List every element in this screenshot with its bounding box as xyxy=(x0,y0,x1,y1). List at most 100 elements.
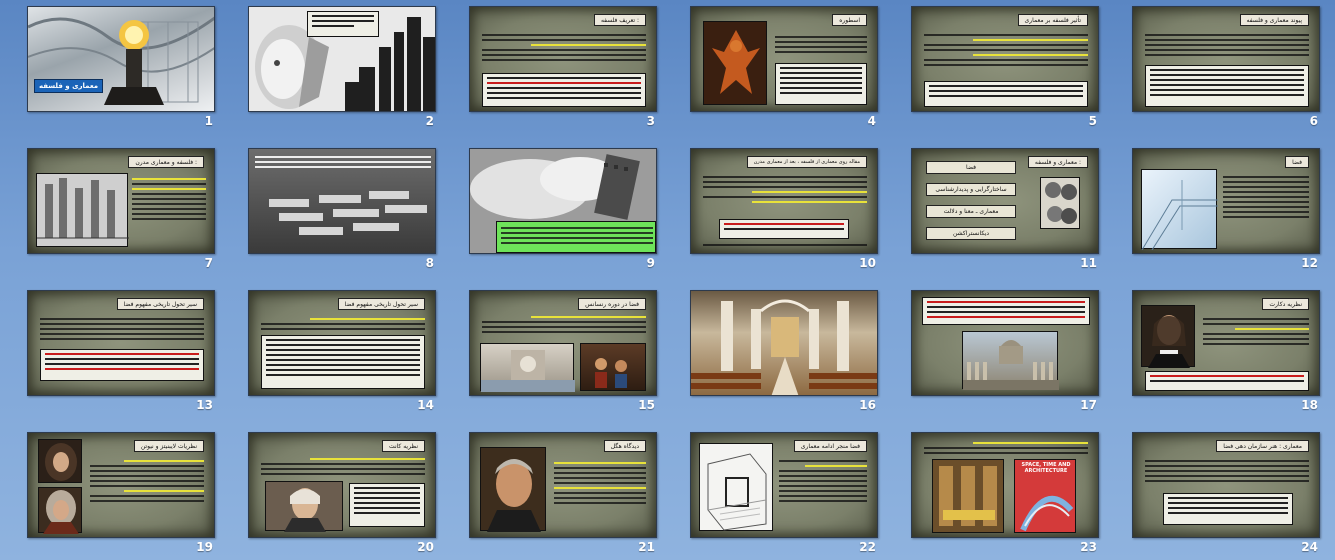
slide-title: دیدگاه هگل xyxy=(603,440,646,452)
slide-number: 8 xyxy=(425,256,434,270)
slide-title: نظریات لایبنیتز و نیوتن xyxy=(133,440,204,452)
slide-thumbnail[interactable]: فضا xyxy=(1132,148,1320,254)
book-cover-persian-image xyxy=(932,459,1004,533)
slide-23[interactable]: SPACE, TIME AND ARCHITECTURE 23 xyxy=(884,426,1105,560)
slide-title: معماری : هنر سازمان دهی فضا xyxy=(1216,440,1309,452)
renaissance-fountain-image xyxy=(480,343,575,392)
slide-4[interactable]: اسطوره 4 xyxy=(663,0,884,140)
kant-portrait-image xyxy=(265,481,343,532)
modern-city-model-image xyxy=(36,173,129,247)
menu-item-deconstruction[interactable]: دیکانستراکشن xyxy=(926,227,1016,240)
slide-number: 24 xyxy=(1301,540,1318,554)
slide-thumbnail[interactable]: فضا در دوره رنسانس xyxy=(469,290,657,396)
slide-number: 19 xyxy=(196,540,213,554)
slide-11[interactable]: معماری و فلسفه : فضا ساختارگرایی و پدیدا… xyxy=(884,142,1105,282)
spatial-diagram-image xyxy=(699,443,773,531)
space-interior-image xyxy=(1141,169,1218,251)
slide-6[interactable]: پیوند معماری و فلسفه 6 xyxy=(1105,0,1326,140)
st-peters-colonnade-image xyxy=(962,331,1059,390)
slide-thumbnail[interactable]: SPACE, TIME AND ARCHITECTURE xyxy=(911,432,1099,538)
slide-thumbnail[interactable] xyxy=(690,290,878,396)
slide-number: 5 xyxy=(1088,114,1097,128)
slide-title: سیر تحول تاریخی مفهوم فضا xyxy=(337,298,425,310)
slide-title: سیر تحول تاریخی مفهوم فضا xyxy=(116,298,204,310)
slide-12[interactable]: فضا 12 xyxy=(1105,142,1326,282)
slide-24[interactable]: معماری : هنر سازمان دهی فضا 24 xyxy=(1105,426,1326,560)
slide-thumbnail[interactable]: فلسفه و معماری مدرن : xyxy=(27,148,215,254)
slide-10[interactable]: مقاله روی معماری از فلسفه ، بعد از معمار… xyxy=(663,142,884,282)
slide-thumbnail[interactable]: سیر تحول تاریخی مفهوم فضا xyxy=(248,290,436,396)
slide-8[interactable]: 8 xyxy=(221,142,442,282)
slide-number: 13 xyxy=(196,398,213,412)
slide-number: 7 xyxy=(204,256,213,270)
slide-thumbnail[interactable] xyxy=(248,6,436,112)
slide-number: 16 xyxy=(859,398,876,412)
renaissance-painting-image xyxy=(580,343,646,391)
slide-thumbnail[interactable] xyxy=(911,290,1099,396)
slide-number: 21 xyxy=(638,540,655,554)
slide-18[interactable]: نظریه دکارت 18 xyxy=(1105,284,1326,424)
church-interior-image xyxy=(691,299,877,395)
slide-title: معماری و فلسفه : xyxy=(1027,156,1088,168)
slide-title: نظریه کانت xyxy=(382,440,425,452)
slide-thumbnail[interactable]: نظریات لایبنیتز و نیوتن xyxy=(27,432,215,538)
slide-number: 3 xyxy=(646,114,655,128)
slide-number: 6 xyxy=(1309,114,1318,128)
slide-number: 12 xyxy=(1301,256,1318,270)
leibniz-portrait-image xyxy=(38,439,82,483)
slide-thumbnail[interactable]: معماری و فلسفه xyxy=(27,6,215,112)
slide-thumbnail[interactable]: اسطوره xyxy=(690,6,878,112)
menu-item-meaning[interactable]: معماری ـ معنا و دلالت xyxy=(926,205,1016,218)
slide-number: 15 xyxy=(638,398,655,412)
lightbulb-figure-image xyxy=(28,16,214,105)
slide-16[interactable]: 16 xyxy=(663,284,884,424)
slide-number: 10 xyxy=(859,256,876,270)
slide-21[interactable]: دیدگاه هگل 21 xyxy=(442,426,663,560)
slide-15[interactable]: فضا در دوره رنسانس 15 xyxy=(442,284,663,424)
slide-title: پیوند معماری و فلسفه xyxy=(1239,14,1309,26)
slide-thumbnail[interactable] xyxy=(469,148,657,254)
menu-item-structuralism[interactable]: ساختارگرایی و پدیدارشناسی xyxy=(926,183,1016,196)
slide-thumbnail[interactable]: تعریف فلسفه : xyxy=(469,6,657,112)
slide-title: اسطوره xyxy=(832,14,867,26)
slide-thumbnail[interactable]: پیوند معماری و فلسفه xyxy=(1132,6,1320,112)
hegel-portrait-image xyxy=(480,447,546,532)
slide-1[interactable]: معماری و فلسفه 1 xyxy=(0,0,221,140)
slide-number: 4 xyxy=(867,114,876,128)
slide-number: 11 xyxy=(1080,256,1097,270)
slide-number: 9 xyxy=(646,256,655,270)
slide-13[interactable]: سیر تحول تاریخی مفهوم فضا 13 xyxy=(0,284,221,424)
slide-title: فضا در دوره رنسانس xyxy=(578,298,646,310)
slide-17[interactable]: 17 xyxy=(884,284,1105,424)
greek-vase-image xyxy=(703,21,767,105)
slide-number: 18 xyxy=(1301,398,1318,412)
slide-thumbnail[interactable] xyxy=(248,148,436,254)
slide-sorter-grid: معماری و فلسفه 1 2 تعریف فلسفه: 3 اسطور… xyxy=(0,0,1335,560)
slide-22[interactable]: فضا منجر ادامه معماری 22 xyxy=(663,426,884,560)
slide-thumbnail[interactable]: معماری : هنر سازمان دهی فضا xyxy=(1132,432,1320,538)
descartes-portrait-image xyxy=(1141,305,1195,368)
slide-thumbnail[interactable]: تأثیر فلسفه بر معماری xyxy=(911,6,1099,112)
slide-title: نظریه دکارت xyxy=(1262,298,1309,310)
slide-thumbnail[interactable]: نظریه کانت xyxy=(248,432,436,538)
slide-2[interactable]: 2 xyxy=(221,0,442,140)
slide-3[interactable]: تعریف فلسفه : 3 xyxy=(442,0,663,140)
slide-9[interactable]: 9 xyxy=(442,142,663,282)
slide-thumbnail[interactable]: معماری و فلسفه : فضا ساختارگرایی و پدیدا… xyxy=(911,148,1099,254)
slide-thumbnail[interactable]: مقاله روی معماری از فلسفه ، بعد از معمار… xyxy=(690,148,878,254)
slide-14[interactable]: سیر تحول تاریخی مفهوم فضا 14 xyxy=(221,284,442,424)
slide-thumbnail[interactable]: دیدگاه هگل xyxy=(469,432,657,538)
slide-thumbnail[interactable]: فضا منجر ادامه معماری xyxy=(690,432,878,538)
slide-1-caption: معماری و فلسفه xyxy=(34,79,104,93)
slide-title: فلسفه و معماری مدرن : xyxy=(128,156,204,168)
slide-title: فضا منجر ادامه معماری xyxy=(793,440,867,452)
slide-thumbnail[interactable]: نظریه دکارت xyxy=(1132,290,1320,396)
slide-5[interactable]: تأثیر فلسفه بر معماری 5 xyxy=(884,0,1105,140)
slide-20[interactable]: نظریه کانت 20 xyxy=(221,426,442,560)
slide-thumbnail[interactable]: سیر تحول تاریخی مفهوم فضا xyxy=(27,290,215,396)
slide-number: 22 xyxy=(859,540,876,554)
slide-title: مقاله روی معماری از فلسفه ، بعد از معمار… xyxy=(746,156,867,168)
slide-7[interactable]: فلسفه و معماری مدرن : 7 xyxy=(0,142,221,282)
slide-19[interactable]: نظریات لایبنیتز و نیوتن 19 xyxy=(0,426,221,560)
menu-item-space[interactable]: فضا xyxy=(926,161,1016,174)
